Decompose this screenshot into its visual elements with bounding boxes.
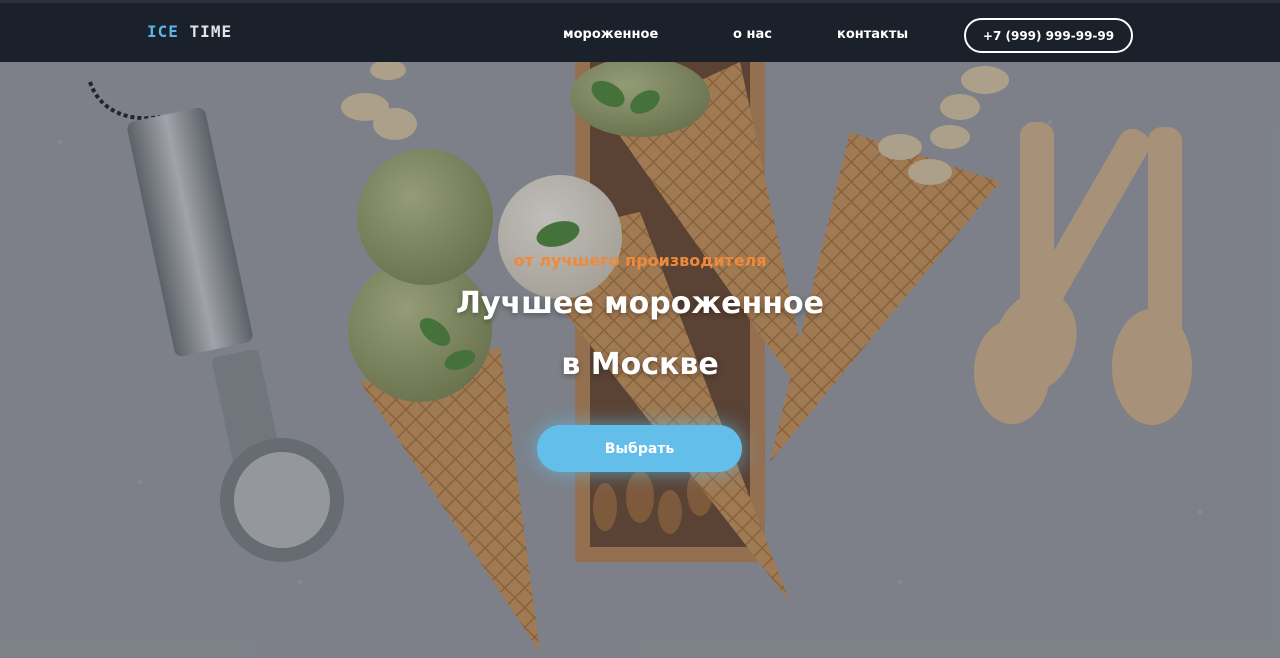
hero-title-line-1: Лучшее мороженное (456, 286, 824, 321)
site-header: ICE TIME мороженное о нас контакты +7 (9… (0, 0, 1280, 62)
logo-ice: ICE (147, 22, 179, 41)
choose-button[interactable]: Выбрать (537, 425, 742, 472)
nav-item-about[interactable]: о нас (733, 27, 772, 42)
phone-button[interactable]: +7 (999) 999-99-99 (964, 18, 1133, 53)
nav-item-ice-cream[interactable]: мороженное (563, 27, 658, 42)
nav-item-contacts[interactable]: контакты (837, 27, 908, 42)
logo-time: TIME (189, 22, 233, 41)
hero-title-line-2: в Москве (561, 347, 719, 382)
logo[interactable]: ICE TIME (147, 22, 232, 41)
hero-section: от лучшего производителя Лучшее мороженн… (0, 62, 1280, 658)
hero-tagline: от лучшего производителя (513, 251, 767, 270)
